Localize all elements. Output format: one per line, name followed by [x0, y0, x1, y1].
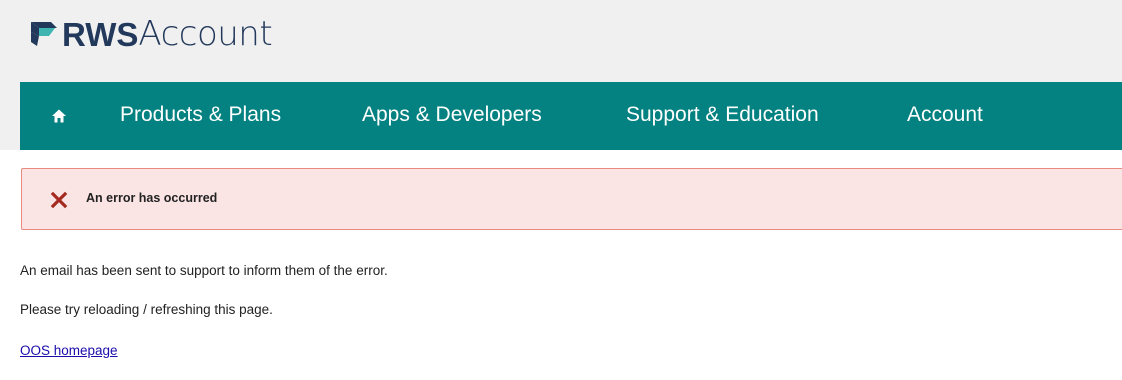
close-icon	[50, 191, 68, 209]
logo-rws-text: RWS	[62, 15, 139, 53]
home-icon	[52, 109, 66, 123]
nav-item-account[interactable]: Account	[907, 103, 983, 127]
oos-homepage-link[interactable]: OOS homepage	[20, 343, 118, 358]
error-message-email: An email has been sent to support to inf…	[20, 263, 388, 278]
main-nav: Products & Plans Apps & Developers Suppo…	[20, 82, 1122, 150]
nav-item-apps-developers[interactable]: Apps & Developers	[362, 103, 542, 127]
nav-home-button[interactable]	[20, 82, 100, 150]
rws-account-logo[interactable]: RWS Account	[29, 12, 273, 56]
logo-account-text: Account	[138, 14, 273, 54]
rws-logo-icon	[31, 22, 57, 46]
alert-title: An error has occurred	[86, 191, 218, 205]
nav-item-support-education[interactable]: Support & Education	[626, 103, 819, 127]
error-message-reload: Please try reloading / refreshing this p…	[20, 302, 273, 317]
nav-item-products-plans[interactable]: Products & Plans	[120, 103, 281, 127]
header: RWS Account Products & Plans Apps & Devel…	[0, 0, 1122, 150]
error-alert: An error has occurred	[21, 168, 1122, 230]
